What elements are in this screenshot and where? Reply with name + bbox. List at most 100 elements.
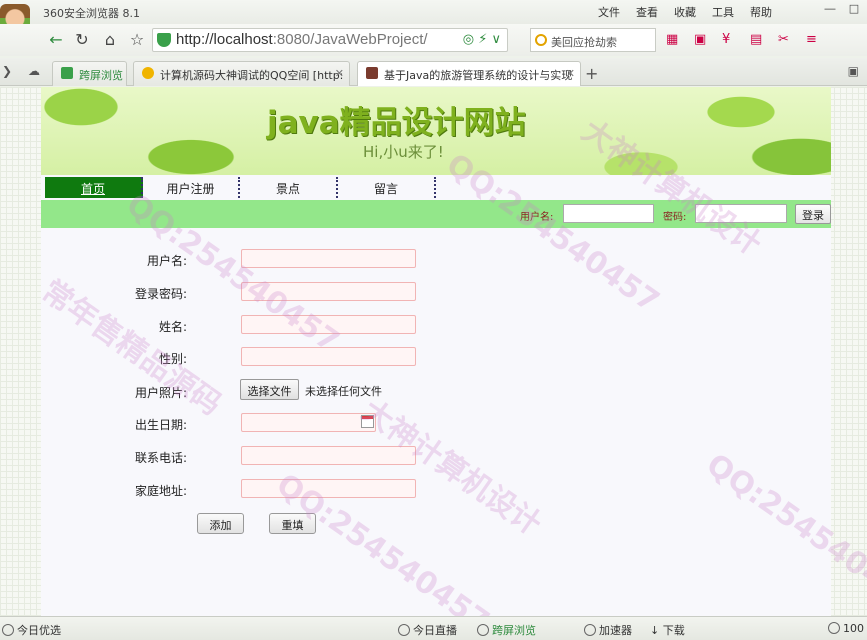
choose-file-button[interactable]: 选择文件	[240, 379, 299, 400]
login-button[interactable]: 登录	[795, 204, 831, 224]
phone-field[interactable]	[241, 446, 416, 465]
accelerator-link[interactable]: 加速器	[584, 622, 632, 638]
star-icon	[142, 67, 154, 79]
birthdate-field[interactable]	[241, 413, 376, 432]
menu-help[interactable]: 帮助	[750, 4, 772, 20]
site-title: java精品设计网站	[267, 105, 526, 141]
address-url[interactable]: http://localhost:8080/JavaWebProject/	[176, 31, 428, 48]
gender-field[interactable]	[241, 347, 416, 366]
form-row-phone: 联系电话:	[41, 446, 831, 476]
file-status-text: 未选择任何文件	[305, 385, 382, 398]
menu-tools[interactable]: 工具	[712, 4, 734, 20]
back-arrow-icon[interactable]: ←	[46, 30, 66, 50]
birthdate-label: 出生日期:	[134, 418, 187, 432]
menu-item-register[interactable]: 用户注册	[143, 177, 240, 198]
menu-file[interactable]: 文件	[598, 4, 620, 20]
cloud-icon[interactable]: ☁	[28, 64, 40, 78]
today-live-link[interactable]: 今日直播	[398, 622, 457, 638]
form-row-photo: 用户照片: 选择文件 未选择任何文件	[41, 379, 831, 411]
tab-qq-space[interactable]: 计算机源码大神调试的QQ空间 [http: ✕	[133, 61, 350, 86]
site-subtitle: Hi,小u来了!	[363, 143, 444, 161]
browser-navbar: ← ↻ ⌂ ☆ http://localhost:8080/JavaWebPro…	[0, 24, 867, 56]
tab-list-icon[interactable]: ▣	[848, 64, 859, 78]
toolbar-extensions: ▦ ▣ ¥ ▤ ✂ ≡	[666, 32, 822, 47]
download-arrow-icon: ↓	[650, 624, 663, 637]
screenshot-icon[interactable]: ✂	[778, 32, 794, 47]
browser-title: 360安全浏览器 8.1	[43, 7, 140, 20]
play-icon	[398, 624, 410, 636]
chevron-left-icon[interactable]: ❯	[2, 64, 12, 78]
password-field[interactable]	[241, 282, 416, 301]
coin-icon[interactable]: ¥	[722, 32, 738, 47]
form-actions: 添加 重填	[41, 513, 831, 543]
site-menu: 首页 用户注册 景点 留言	[41, 175, 831, 199]
site-container: java精品设计网站 Hi,小u来了! 首页 用户注册 景点 留言 用户名: 密…	[41, 87, 831, 616]
login-username-label: 用户名:	[520, 212, 554, 223]
calendar-icon[interactable]	[361, 415, 374, 428]
tab-active-project[interactable]: 基于Java的旅游管理系统的设计与实现 ✕	[357, 61, 581, 86]
add-button[interactable]: 添加	[197, 513, 244, 534]
maximize-icon[interactable]: □	[845, 2, 863, 18]
download-link[interactable]: ↓ 下载	[650, 622, 685, 638]
new-tab-icon[interactable]: +	[585, 64, 598, 83]
address-bar[interactable]: http://localhost:8080/JavaWebProject/ ◎ …	[152, 28, 508, 52]
site-banner: java精品设计网站 Hi,小u来了!	[41, 87, 831, 175]
menu-view[interactable]: 查看	[636, 4, 658, 20]
menu-item-home[interactable]: 首页	[45, 177, 143, 198]
search-engine-icon	[535, 34, 547, 46]
gender-label: 性别:	[158, 352, 187, 366]
menu-item-attractions[interactable]: 景点	[240, 177, 338, 198]
username-label: 用户名:	[146, 254, 187, 268]
minimize-icon[interactable]: ―	[821, 2, 839, 18]
more-icon[interactable]: ≡	[806, 32, 822, 47]
translate-icon[interactable]: ▤	[750, 32, 766, 47]
photo-label: 用户照片:	[134, 386, 187, 400]
menu-favorites[interactable]: 收藏	[674, 4, 696, 20]
name-label: 姓名:	[158, 320, 187, 334]
login-username-input[interactable]	[563, 204, 654, 223]
form-row-username: 用户名:	[41, 249, 831, 279]
speed-mode-icon[interactable]: ◎ ⚡ ∨	[463, 32, 501, 47]
tab-bar: ❯ ☁ 跨屏浏览 计算机源码大神调试的QQ空间 [http: ✕ 基于Java的…	[0, 58, 867, 86]
today-picks-link[interactable]: 今日优选	[2, 622, 61, 638]
username-field[interactable]	[241, 249, 416, 268]
phone-icon	[477, 624, 489, 636]
tab-cross-screen[interactable]: 跨屏浏览	[52, 61, 127, 86]
reset-button[interactable]: 重填	[269, 513, 316, 534]
form-row-password: 登录密码:	[41, 282, 831, 312]
close-icon[interactable]: ✕	[566, 67, 575, 80]
site-favicon-icon	[366, 67, 378, 79]
browser-titlebar: 360安全浏览器 8.1 文件 查看 收藏 工具 帮助 ― □	[0, 0, 867, 46]
close-icon[interactable]: ✕	[335, 67, 344, 80]
phone-label: 联系电话:	[134, 451, 187, 465]
name-field[interactable]	[241, 315, 416, 334]
window-controls: ― □	[821, 2, 863, 18]
menu-item-messages[interactable]: 留言	[338, 177, 436, 198]
search-input[interactable]: 美回应抢劫索	[530, 28, 656, 52]
form-row-address: 家庭地址:	[41, 479, 831, 509]
apps-icon[interactable]: ▦	[666, 32, 682, 47]
phone-icon	[61, 67, 73, 79]
address-label: 家庭地址:	[134, 484, 187, 498]
favorite-star-icon[interactable]: ☆	[127, 30, 147, 50]
login-password-label: 密码:	[663, 212, 687, 223]
zoom-level[interactable]: 100	[828, 622, 864, 635]
page-viewport: java精品设计网站 Hi,小u来了! 首页 用户注册 景点 留言 用户名: 密…	[0, 87, 867, 640]
login-bar: 用户名: 密码: 登录	[41, 200, 831, 228]
reload-icon[interactable]: ↻	[72, 30, 92, 50]
browser-statusbar: 今日优选 今日直播 跨屏浏览 加速器 ↓ 下载 100	[0, 616, 867, 640]
login-password-input[interactable]	[695, 204, 787, 223]
pdf-icon[interactable]: ▣	[694, 32, 710, 47]
zoom-icon	[828, 622, 840, 634]
security-shield-icon	[157, 33, 171, 47]
browser-menu: 文件 查看 收藏 工具 帮助	[598, 4, 772, 20]
address-field[interactable]	[241, 479, 416, 498]
gift-icon	[2, 624, 14, 636]
form-row-name: 姓名:	[41, 315, 831, 345]
cross-screen-link[interactable]: 跨屏浏览	[477, 622, 536, 638]
rocket-icon	[584, 624, 596, 636]
password-label: 登录密码:	[134, 287, 187, 301]
home-icon[interactable]: ⌂	[100, 30, 120, 50]
form-row-gender: 性别:	[41, 347, 831, 377]
form-row-birthdate: 出生日期:	[41, 413, 831, 443]
